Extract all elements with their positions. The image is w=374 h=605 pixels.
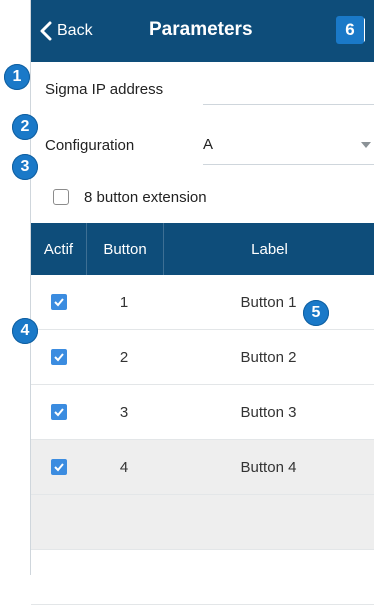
button-number: 2 xyxy=(119,348,129,366)
actif-cell xyxy=(31,294,86,310)
callout-badge-1: 1 xyxy=(4,64,30,90)
callout-badge-3: 3 xyxy=(12,154,38,180)
navigation-bar: Back Parameters xyxy=(31,0,374,62)
table-row[interactable]: 3 Button 3 xyxy=(31,385,374,440)
column-header-actif: Actif xyxy=(31,223,87,275)
button-number: 1 xyxy=(119,293,129,311)
ip-address-input[interactable] xyxy=(203,76,374,104)
button-label[interactable]: Button 4 xyxy=(162,459,374,476)
extension-label: 8 button extension xyxy=(84,189,207,206)
table-header: Actif Button Label xyxy=(31,223,374,275)
button-number: 3 xyxy=(119,403,129,421)
actif-cell xyxy=(31,459,86,475)
row-checkbox[interactable] xyxy=(50,349,67,365)
button-label[interactable]: Button 2 xyxy=(162,349,374,366)
configuration-label: Configuration xyxy=(45,137,135,154)
table-row[interactable]: 4 Button 4 xyxy=(31,440,374,495)
checkmark-icon xyxy=(53,463,64,472)
back-label: Back xyxy=(57,22,93,39)
checkmark-icon xyxy=(53,408,64,417)
callout-badge-6: 6 xyxy=(336,16,364,44)
row-checkbox[interactable] xyxy=(50,459,67,475)
button-label[interactable]: Button 3 xyxy=(162,404,374,421)
configuration-underline xyxy=(203,164,374,165)
callout-badge-2: 2 xyxy=(12,114,38,140)
row-checkbox[interactable] xyxy=(50,404,67,420)
configuration-select[interactable]: A xyxy=(203,132,373,160)
buttons-table: Actif Button Label 1 Button 1 2 Button 2 xyxy=(31,223,374,605)
callout-badge-5: 5 xyxy=(303,300,329,326)
callout-badge-4: 4 xyxy=(12,318,38,344)
column-header-button: Button xyxy=(87,223,164,275)
table-row-empty xyxy=(31,495,374,550)
configuration-value: A xyxy=(203,136,214,153)
column-header-label: Label xyxy=(251,240,288,258)
app-screen: Back Parameters Sigma IP address Configu… xyxy=(30,0,374,605)
row-checkbox[interactable] xyxy=(50,294,67,310)
button-label[interactable]: Button 1 xyxy=(162,294,374,311)
page-title: Parameters xyxy=(149,19,253,40)
back-button[interactable]: Back xyxy=(39,19,93,43)
button-number: 4 xyxy=(119,458,129,476)
ip-address-label: Sigma IP address xyxy=(45,81,164,98)
table-row-empty xyxy=(31,550,374,605)
checkmark-icon xyxy=(53,353,64,362)
checkmark-icon xyxy=(53,298,64,307)
actif-cell xyxy=(31,349,86,365)
ip-address-underline xyxy=(203,104,374,105)
table-row[interactable]: 2 Button 2 xyxy=(31,330,374,385)
dropdown-caret-icon xyxy=(361,142,371,148)
actif-cell xyxy=(31,404,86,420)
chevron-left-icon xyxy=(40,21,52,41)
extension-checkbox[interactable] xyxy=(53,189,69,205)
